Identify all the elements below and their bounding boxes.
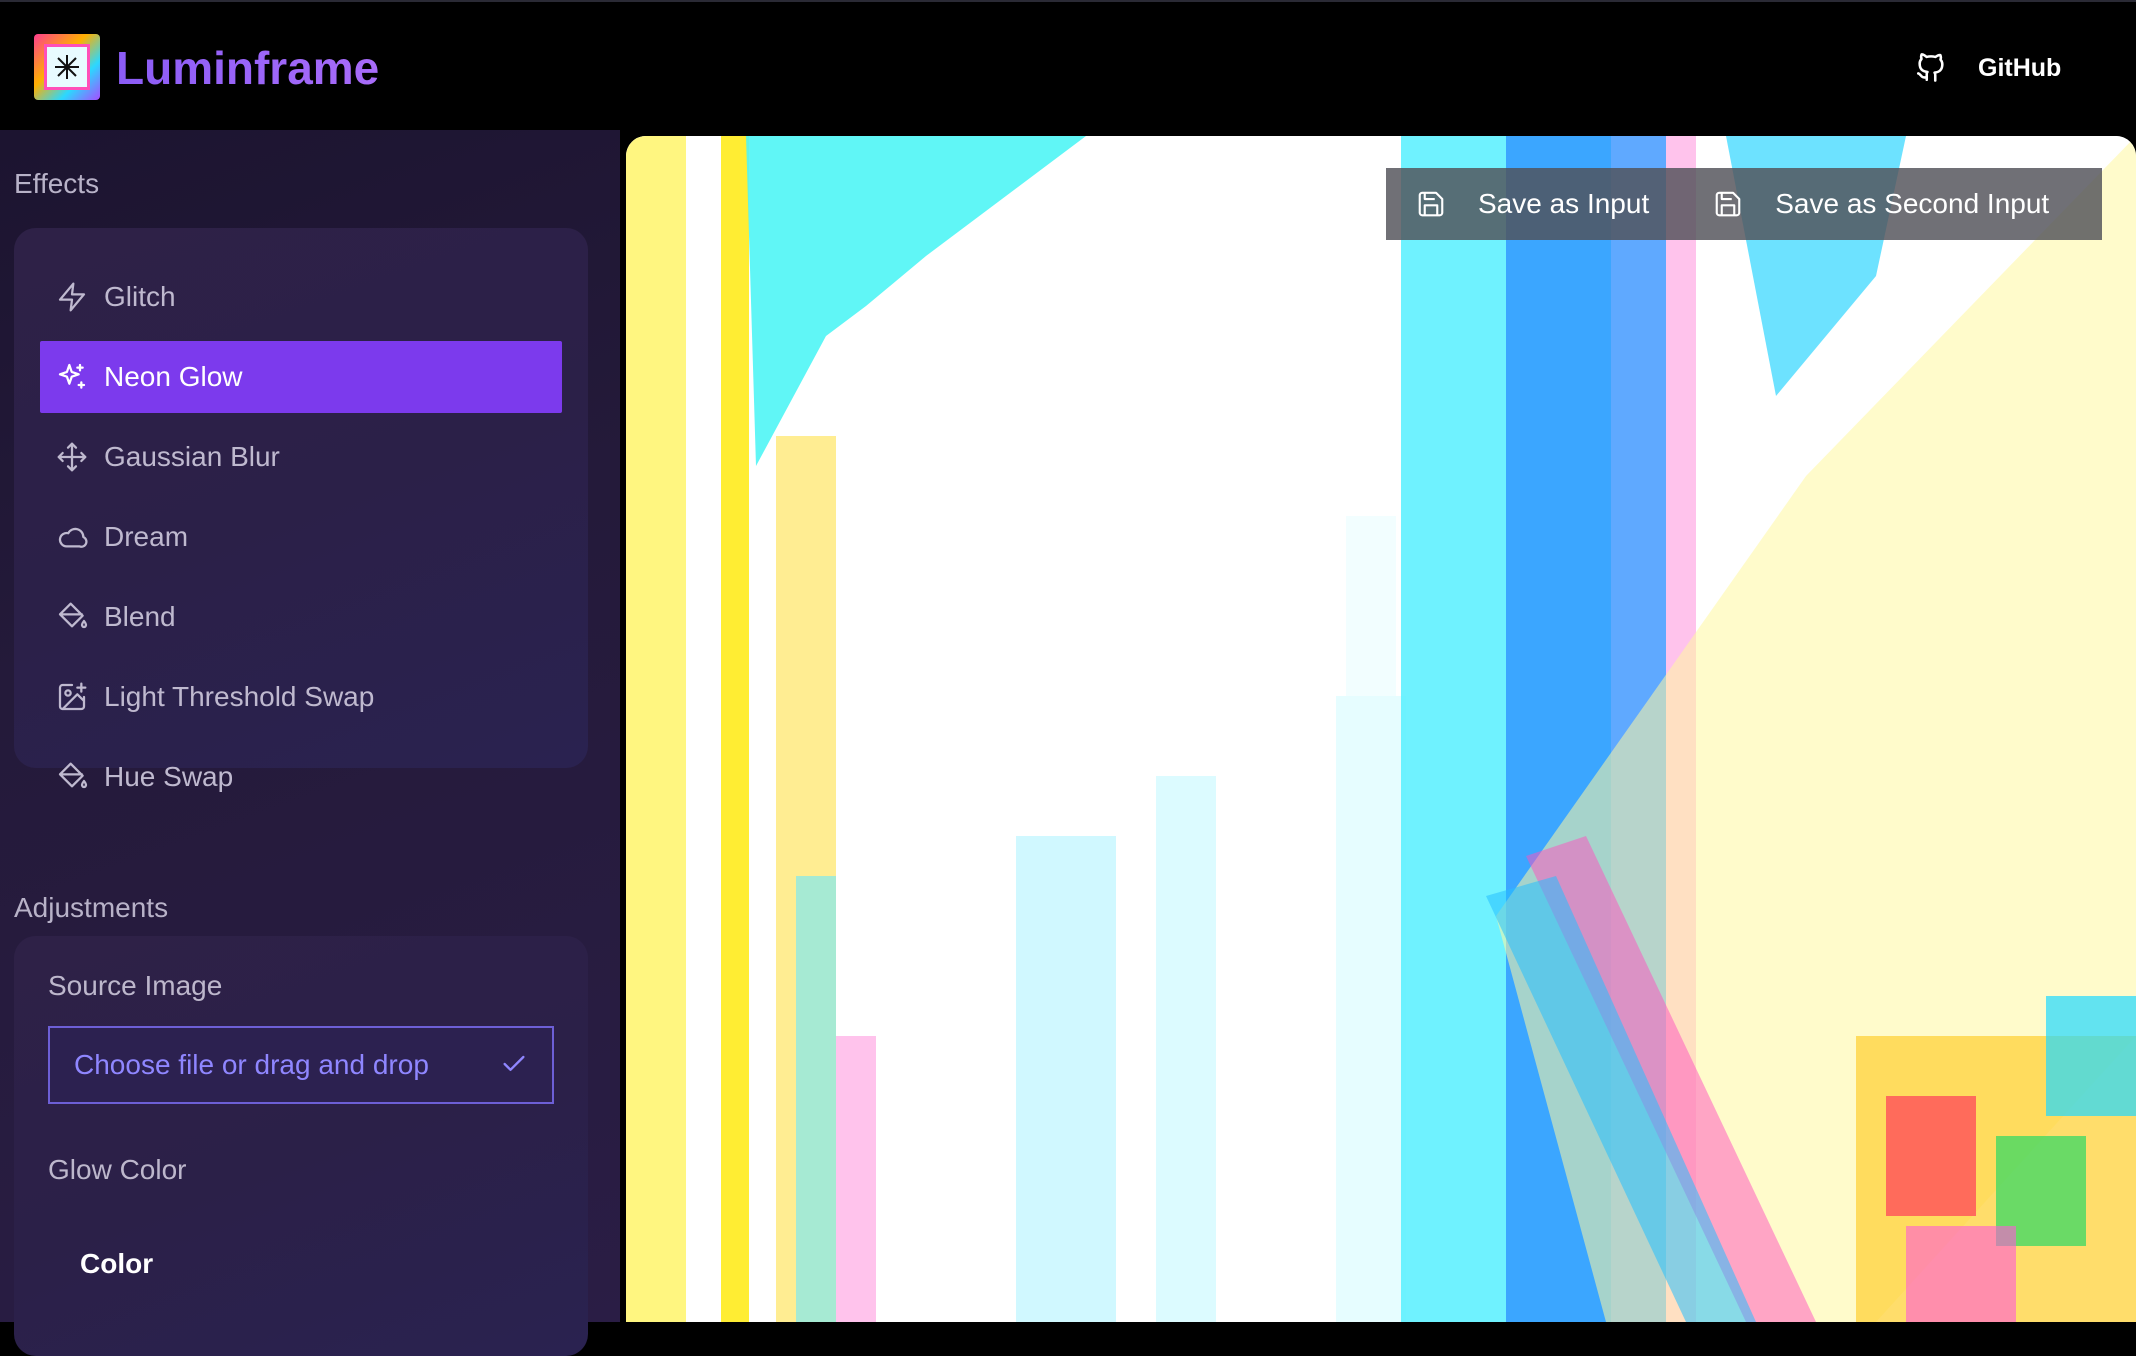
effect-label: Gaussian Blur <box>104 441 280 472</box>
adjustments-heading: Adjustments <box>14 892 169 923</box>
save-as-second-input-label: Save as Second Input <box>1775 188 2050 219</box>
file-upload-input[interactable]: Choose file or drag and drop <box>48 1026 554 1104</box>
sidebar: Effects Glitch Neon Glow Gaussian Blur D… <box>0 130 620 1356</box>
save-icon <box>1713 189 1743 219</box>
effects-card: Glitch Neon Glow Gaussian Blur Dream Ble… <box>14 228 588 792</box>
effect-item-gaussian-blur[interactable]: Gaussian Blur <box>40 421 562 493</box>
github-icon[interactable] <box>1914 50 1948 84</box>
save-toolbar: Save as Input Save as Second Input <box>1386 168 2102 240</box>
preview-image <box>626 136 2136 1322</box>
effect-label: Light Threshold Swap <box>104 681 375 712</box>
effect-item-glitch[interactable]: Glitch <box>40 261 562 333</box>
paint-bucket-icon <box>54 599 90 635</box>
save-icon <box>1416 189 1446 219</box>
effect-label: Dream <box>104 521 189 552</box>
move-arrows-icon <box>54 439 90 475</box>
lightning-icon <box>54 279 90 315</box>
glow-color-label: Glow Color <box>48 1154 187 1185</box>
effect-item-blend[interactable]: Blend <box>40 581 562 653</box>
sparkles-icon <box>54 359 90 395</box>
app-title[interactable]: Luminframe <box>116 38 379 98</box>
effect-item-light-threshold-swap[interactable]: Light Threshold Swap <box>40 661 562 733</box>
effect-label: Glitch <box>104 281 176 312</box>
save-as-second-input-button[interactable]: Save as Second Input <box>1649 168 2049 240</box>
image-canvas[interactable]: Save as Input Save as Second Input <box>626 136 2136 1322</box>
paint-bucket-icon <box>54 759 90 795</box>
check-icon <box>500 1050 528 1085</box>
effect-label: Blend <box>104 601 176 632</box>
file-input-text: Choose file or drag and drop <box>74 1049 429 1080</box>
app-header: Luminframe GitHub <box>0 2 2136 130</box>
adjustments-card: Source Image Choose file or drag and dro… <box>14 936 588 1356</box>
color-picker-label: Color <box>80 1248 154 1279</box>
save-as-input-label: Save as Input <box>1478 188 1650 219</box>
effect-item-neon-glow[interactable]: Neon Glow <box>40 341 562 413</box>
source-image-label: Source Image <box>48 970 223 1001</box>
logo-icon <box>34 34 100 100</box>
image-plus-icon <box>54 679 90 715</box>
effect-label: Neon Glow <box>104 361 243 392</box>
effect-label: Hue Swap <box>104 761 234 792</box>
github-link[interactable]: GitHub <box>1978 52 2061 84</box>
cloud-icon <box>54 519 90 555</box>
effect-item-dream[interactable]: Dream <box>40 501 562 573</box>
effect-item-hue-swap[interactable]: Hue Swap <box>40 741 562 813</box>
save-as-input-button[interactable]: Save as Input <box>1386 168 1649 240</box>
effects-heading: Effects <box>14 168 100 199</box>
